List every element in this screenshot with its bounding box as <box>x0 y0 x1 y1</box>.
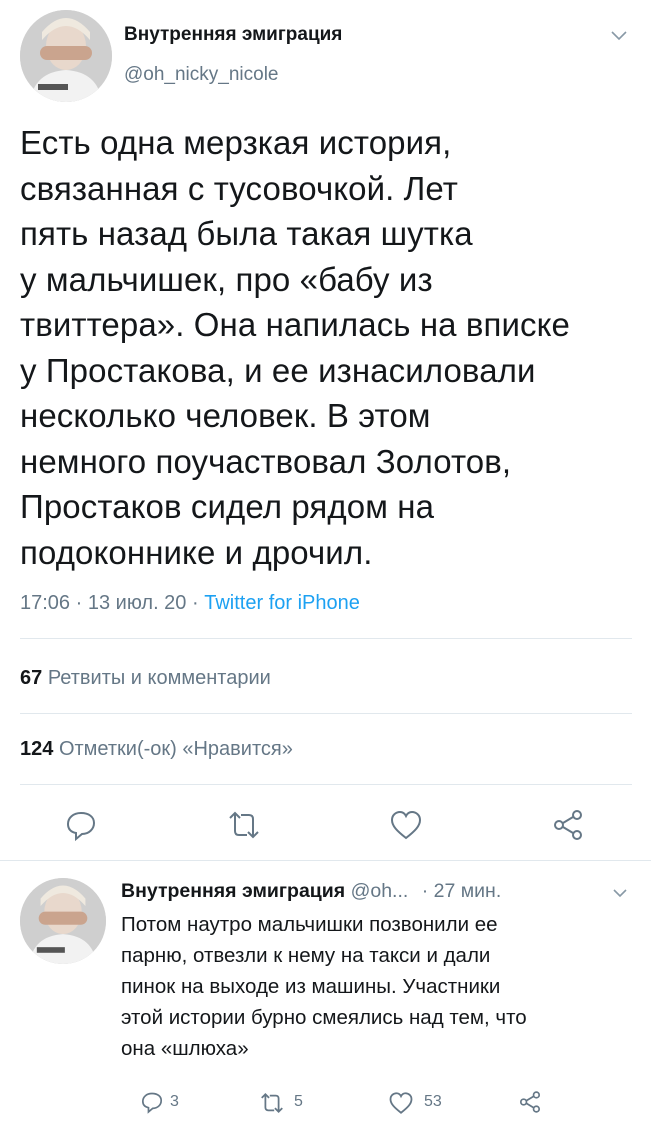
reply-text-line: этой истории бурно смеялись над тем, что <box>121 1006 527 1029</box>
heart-icon[interactable] <box>388 1091 414 1115</box>
tweet-text-line: немного поучаствовал Золотов, <box>20 442 512 480</box>
likes-stat[interactable]: 124 Отметки(-ок) «Нравится» <box>20 738 293 761</box>
reply-text-line: Потом наутро мальчишки позвонили ее <box>121 913 498 936</box>
divider <box>0 860 651 861</box>
tweet-text-line: Есть одна мерзкая история, <box>20 124 452 161</box>
avatar[interactable] <box>20 10 112 102</box>
chevron-down-icon[interactable] <box>612 888 628 898</box>
share-icon[interactable] <box>518 1090 542 1114</box>
meta-separator: · <box>75 592 83 614</box>
reply-header: Внутренняя эмиграция @oh... · 27 мин. <box>121 880 501 903</box>
tweet-meta: 17:06 · 13 июл. 20 · Twitter for iPhone <box>20 592 360 615</box>
share-icon[interactable] <box>551 808 585 842</box>
chevron-down-icon[interactable] <box>610 30 628 42</box>
tweet-text-line: Простаков сидел рядом на <box>20 488 435 525</box>
reply-count: 3 <box>170 1093 179 1110</box>
retweets-label: Ретвиты и комментарии <box>47 667 271 689</box>
avatar-image <box>20 10 112 102</box>
tweet-date[interactable]: 13 июл. 20 <box>88 592 187 614</box>
reply-text: Потом наутро мальчишки позвонили ее парн… <box>121 909 641 1064</box>
reply-text-line: она «шлюха» <box>121 1037 249 1060</box>
comment-icon[interactable] <box>140 1090 164 1114</box>
author-handle[interactable]: @oh... <box>351 880 409 902</box>
avatar[interactable] <box>20 878 106 964</box>
retweets-count: 67 <box>20 667 43 689</box>
tweet-text-line: связанная с тусовочкой. Лет <box>20 169 459 207</box>
reply-text-line: парню, отвезли к нему на такси и дали <box>121 944 491 967</box>
tweet-text-line: у мальчишек, про «бабу из <box>20 260 433 298</box>
tweet-text-line: твиттера». Она напилась на вписке <box>20 306 570 343</box>
reply-time[interactable]: · 27 мин. <box>422 880 502 902</box>
tweet-text-line: у Простакова, и ее изнасиловали <box>20 351 536 389</box>
retweet-count: 5 <box>294 1093 303 1110</box>
reply-text-line: пинок на выходе из машины. Участники <box>121 975 501 998</box>
author-name[interactable]: Внутренняя эмиграция <box>121 880 345 902</box>
meta-separator: · <box>192 592 199 614</box>
author-name[interactable]: Внутренняя эмиграция <box>124 24 342 46</box>
tweet-text: Есть одна мерзкая история, связанная с т… <box>20 120 640 575</box>
heart-icon[interactable] <box>389 809 423 841</box>
comment-icon[interactable] <box>64 808 98 842</box>
tweet-text-line: подоконнике и дрочил. <box>20 533 373 571</box>
tweet-text-line: несколько человек. В этом <box>20 397 431 434</box>
divider <box>20 784 632 785</box>
likes-label: Отметки(-ок) «Нравится» <box>58 738 293 760</box>
tweet-time[interactable]: 17:06 <box>20 592 70 614</box>
avatar-image <box>20 878 106 964</box>
tweet-text-line: пять назад была такая шутка <box>20 215 473 252</box>
tweet-source-link[interactable]: Twitter for iPhone <box>204 592 360 614</box>
divider <box>20 713 632 714</box>
likes-count: 124 <box>20 738 54 760</box>
divider <box>20 638 632 639</box>
retweet-icon[interactable] <box>258 1092 286 1114</box>
like-count: 53 <box>424 1093 442 1110</box>
retweets-stat[interactable]: 67 Ретвиты и комментарии <box>20 667 271 690</box>
author-handle[interactable]: @oh_nicky_nicole <box>124 64 279 86</box>
retweet-icon[interactable] <box>225 810 263 840</box>
